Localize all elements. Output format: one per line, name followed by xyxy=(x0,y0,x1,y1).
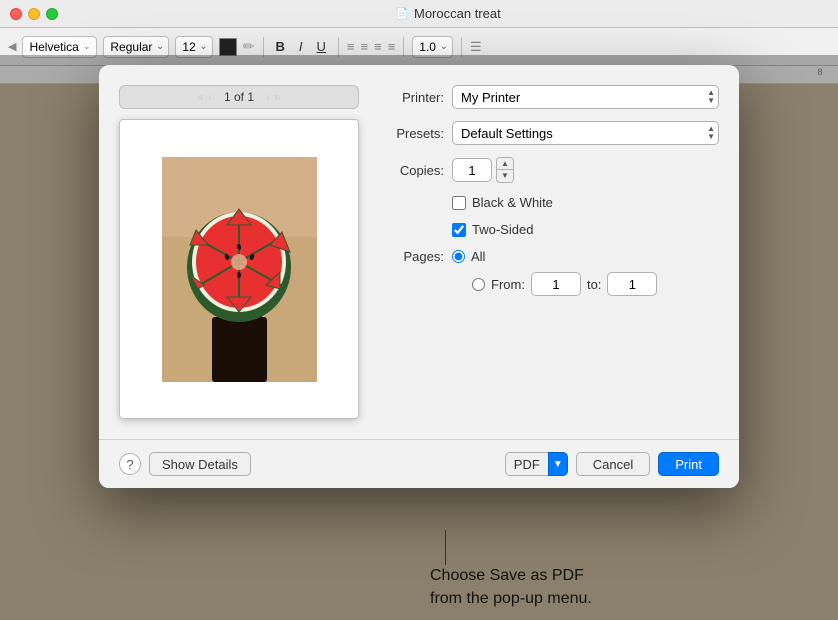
dialog-content: « ‹ 1 of 1 › » xyxy=(99,65,739,439)
pencil-icon[interactable]: ✏ xyxy=(243,38,255,55)
copies-increment[interactable]: ▲ xyxy=(497,158,513,170)
document-icon: 📄 xyxy=(395,7,409,20)
page-count: 1 of 1 xyxy=(224,90,254,104)
help-button[interactable]: ? xyxy=(119,453,141,475)
show-details-button[interactable]: Show Details xyxy=(149,452,251,476)
align-left-icon[interactable]: ≡ xyxy=(347,39,355,54)
printer-select[interactable]: My Printer xyxy=(452,85,719,109)
pdf-dropdown-button[interactable]: ▼ xyxy=(548,452,568,476)
toolbar-divider-1 xyxy=(263,37,264,57)
title-bar: 📄 Moroccan treat xyxy=(0,0,838,28)
to-input[interactable]: 1 xyxy=(607,272,657,296)
copies-stepper: 1 ▲ ▼ xyxy=(452,157,514,183)
callout-annotation: Choose Save as PDFfrom the pop-up menu. xyxy=(430,530,592,610)
align-justify-icon[interactable]: ≡ xyxy=(388,39,396,54)
black-white-label[interactable]: Black & White xyxy=(472,195,553,210)
copies-input[interactable]: 1 xyxy=(452,158,492,182)
black-white-row: Black & White xyxy=(452,195,719,210)
align-center-icon[interactable]: ≡ xyxy=(361,39,369,54)
presets-select-wrapper: Default Settings ▲ ▼ xyxy=(452,121,719,145)
copies-label: Copies: xyxy=(379,163,444,178)
print-dialog: « ‹ 1 of 1 › » xyxy=(99,65,739,488)
toolbar-divider-3 xyxy=(403,37,404,57)
from-to-row: From: 1 to: 1 xyxy=(472,272,657,296)
settings-panel: Printer: My Printer ▲ ▼ Presets: xyxy=(379,85,719,419)
two-sided-row: Two-Sided xyxy=(452,222,719,237)
presets-row: Presets: Default Settings ▲ ▼ xyxy=(379,121,719,145)
to-label: to: xyxy=(587,277,601,292)
fullscreen-button[interactable] xyxy=(46,8,58,20)
print-button[interactable]: Print xyxy=(658,452,719,476)
toolbar-divider-2 xyxy=(338,37,339,57)
two-sided-label[interactable]: Two-Sided xyxy=(472,222,533,237)
toolbar-divider-4 xyxy=(461,37,462,57)
from-input[interactable]: 1 xyxy=(531,272,581,296)
copies-stepper-buttons: ▲ ▼ xyxy=(496,157,514,183)
first-page-button[interactable]: « xyxy=(197,90,204,104)
prev-page-button[interactable]: ‹ xyxy=(208,90,212,104)
preview-frame xyxy=(119,119,359,419)
italic-button[interactable]: I xyxy=(295,39,307,54)
pdf-main-label[interactable]: PDF xyxy=(505,452,548,476)
printer-select-wrapper: My Printer ▲ ▼ xyxy=(452,85,719,109)
two-sided-checkbox[interactable] xyxy=(452,223,466,237)
toolbar-back-arrow[interactable]: ◀ xyxy=(8,40,16,53)
cancel-button[interactable]: Cancel xyxy=(576,452,650,476)
pdf-button-group: PDF ▼ xyxy=(505,452,568,476)
align-right-icon[interactable]: ≡ xyxy=(374,39,382,54)
title-bar-center: 📄 Moroccan treat xyxy=(58,6,838,21)
bold-button[interactable]: B xyxy=(272,39,289,54)
pages-from-radio[interactable] xyxy=(472,278,485,291)
dialog-footer: ? Show Details PDF ▼ Cancel Print xyxy=(99,439,739,488)
presets-select[interactable]: Default Settings xyxy=(452,121,719,145)
pages-all-radio[interactable] xyxy=(452,250,465,263)
presets-label: Presets: xyxy=(379,126,444,141)
printer-label: Printer: xyxy=(379,90,444,105)
copies-decrement[interactable]: ▼ xyxy=(497,170,513,182)
pages-all-radio-row: All xyxy=(452,249,485,264)
pages-all-row: Pages: All xyxy=(379,249,719,264)
next-page-button[interactable]: › xyxy=(266,90,270,104)
window-controls xyxy=(0,8,58,20)
dialog-overlay: « ‹ 1 of 1 › » xyxy=(0,55,838,620)
copies-row: Copies: 1 ▲ ▼ xyxy=(379,157,719,183)
black-white-checkbox[interactable] xyxy=(452,196,466,210)
page-nav: « ‹ 1 of 1 › » xyxy=(119,85,359,109)
pages-all-label[interactable]: All xyxy=(471,249,485,264)
callout-line xyxy=(445,530,446,565)
list-icon[interactable]: ☰ xyxy=(470,39,482,55)
pages-label: Pages: xyxy=(379,249,444,264)
window-title: Moroccan treat xyxy=(414,6,501,21)
close-button[interactable] xyxy=(10,8,22,20)
preview-panel: « ‹ 1 of 1 › » xyxy=(119,85,359,419)
minimize-button[interactable] xyxy=(28,8,40,20)
color-picker[interactable] xyxy=(219,38,237,56)
pages-section: Pages: All From: 1 to: 1 xyxy=(379,249,719,296)
printer-row: Printer: My Printer ▲ ▼ xyxy=(379,85,719,109)
last-page-button[interactable]: » xyxy=(274,90,281,104)
callout-text: Choose Save as PDFfrom the pop-up menu. xyxy=(430,565,592,610)
font-family-chevron: ⌄ xyxy=(83,41,91,52)
from-label[interactable]: From: xyxy=(491,277,525,292)
underline-button[interactable]: U xyxy=(313,39,330,54)
pages-from-row: From: 1 to: 1 xyxy=(379,272,719,296)
preview-image xyxy=(162,157,317,382)
